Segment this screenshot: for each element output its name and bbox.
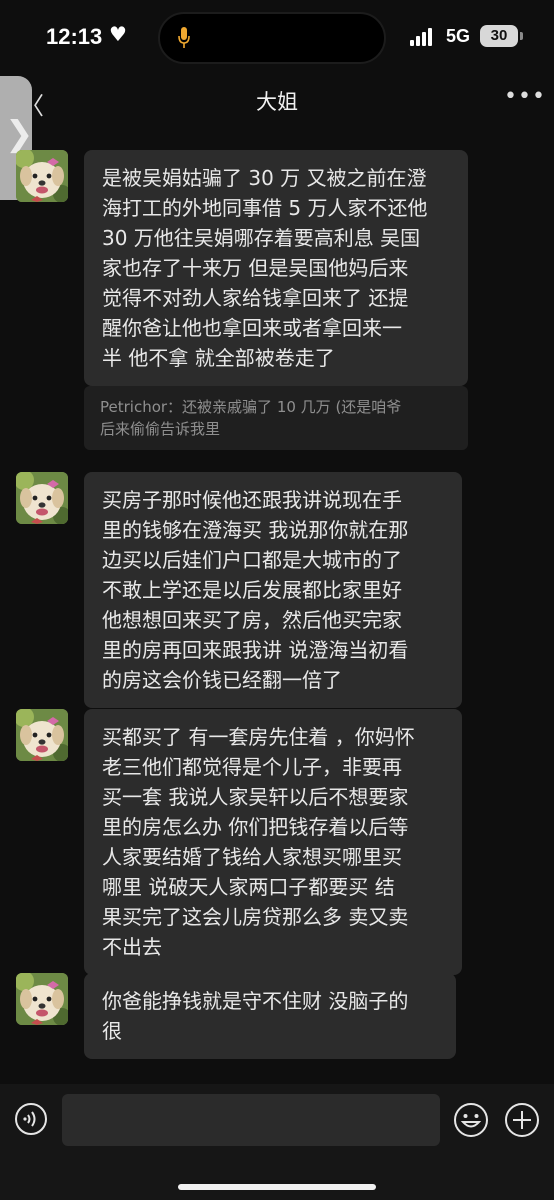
home-indicator[interactable] [178,1184,376,1190]
battery-icon: 30 [480,25,518,47]
message-line: 你爸能挣钱就是守不住财 没脑子的 [102,989,409,1013]
message-line: 老三他们都觉得是个儿子，非要再 [102,755,402,779]
voice-icon[interactable] [14,1102,48,1136]
dog-avatar-icon [16,472,68,524]
quoted-message[interactable]: Petrichor：还被亲戚骗了 10 几万 (还是咱爷 后来偷偷告诉我里 [84,386,468,450]
chat-header: 〈 大姐 ••• [0,76,554,124]
more-options-icon[interactable]: ••• [504,84,546,109]
network-type: 5G [446,26,471,46]
battery-tip [520,32,523,40]
message-line: 是被吴娟姑骗了 30 万 又被之前在澄 [102,166,427,190]
message-line: 买一套 我说人家吴轩以后不想要家 [102,785,409,809]
message-line: 他想想回来买了房，然后他买完家 [102,608,402,632]
chat-input-bar [0,1084,554,1200]
status-time: 12:13 [46,24,103,49]
message-line: 人家要结婚了钱给人家想买哪里买 [102,845,402,869]
message-line: 里的房怎么办 你们把钱存着以后等 [102,815,409,839]
message-line: 很 [102,1019,122,1043]
avatar[interactable] [16,150,68,202]
message-line: 半 他不拿 就全部被卷走了 [102,346,335,370]
chevron-right-icon: ❯ [5,114,34,154]
message-line: 里的钱够在澄海买 我说那你就在那 [102,518,409,542]
signal-icon [410,28,432,46]
message-line: 醒你爸让他也拿回来或者拿回来一 [102,316,402,340]
message-line: 的房这会价钱已经翻一倍了 [102,668,342,692]
chat-title: 大姐 [256,90,298,114]
message-line: 里的房再回来跟我讲 说澄海当初看 [102,638,409,662]
plus-icon[interactable] [504,1102,540,1138]
dog-avatar-icon [16,150,68,202]
status-bar: 12:13 ♥ 5G 30 [0,0,554,76]
message-line: 边买以后娃们户口都是大城市的了 [102,548,402,572]
avatar[interactable] [16,709,68,761]
avatar[interactable] [16,472,68,524]
dog-avatar-icon [16,709,68,761]
message-line: 哪里 说破天人家两口子都要买 结 [102,875,395,899]
message-line: 买房子那时候他还跟我讲说现在手 [102,488,402,512]
message-line: 家也存了十来万 但是吴国他妈后来 [102,256,409,280]
message-line: 30 万他往吴娟哪存着要高利息 吴国 [102,226,421,250]
message-line: 海打工的外地同事借 5 万人家不还他 [102,196,428,220]
dog-avatar-icon [16,973,68,1025]
message-line: 觉得不对劲人家给钱拿回来了 还提 [102,286,409,310]
message-line: 果买完了这会儿房贷那么多 卖又卖 [102,905,409,929]
message-line: 不敢上学还是以后发展都比家里好 [102,578,402,602]
message-bubble[interactable]: 买房子那时候他还跟我讲说现在手 里的钱够在澄海买 我说那你就在那 边买以后娃们户… [84,472,462,708]
message-input[interactable] [62,1094,440,1146]
message-bubble[interactable]: 你爸能挣钱就是守不住财 没脑子的 很 [84,973,456,1059]
message-line: 不出去 [102,935,162,959]
avatar[interactable] [16,973,68,1025]
heart-icon: ♥ [109,22,127,46]
emoji-icon[interactable] [453,1102,489,1138]
quote-line: Petrichor：还被亲戚骗了 10 几万 (还是咱爷 [100,398,402,416]
microphone-icon [178,27,190,48]
message-bubble[interactable]: 是被吴娟姑骗了 30 万 又被之前在澄 海打工的外地同事借 5 万人家不还他 3… [84,150,468,386]
message-line: 买都买了 有一套房先住着 ，你妈怀 [102,725,415,749]
message-bubble[interactable]: 买都买了 有一套房先住着 ，你妈怀 老三他们都觉得是个儿子，非要再 买一套 我说… [84,709,462,975]
dynamic-island [158,12,386,64]
quote-line: 后来偷偷告诉我里 [100,420,221,438]
